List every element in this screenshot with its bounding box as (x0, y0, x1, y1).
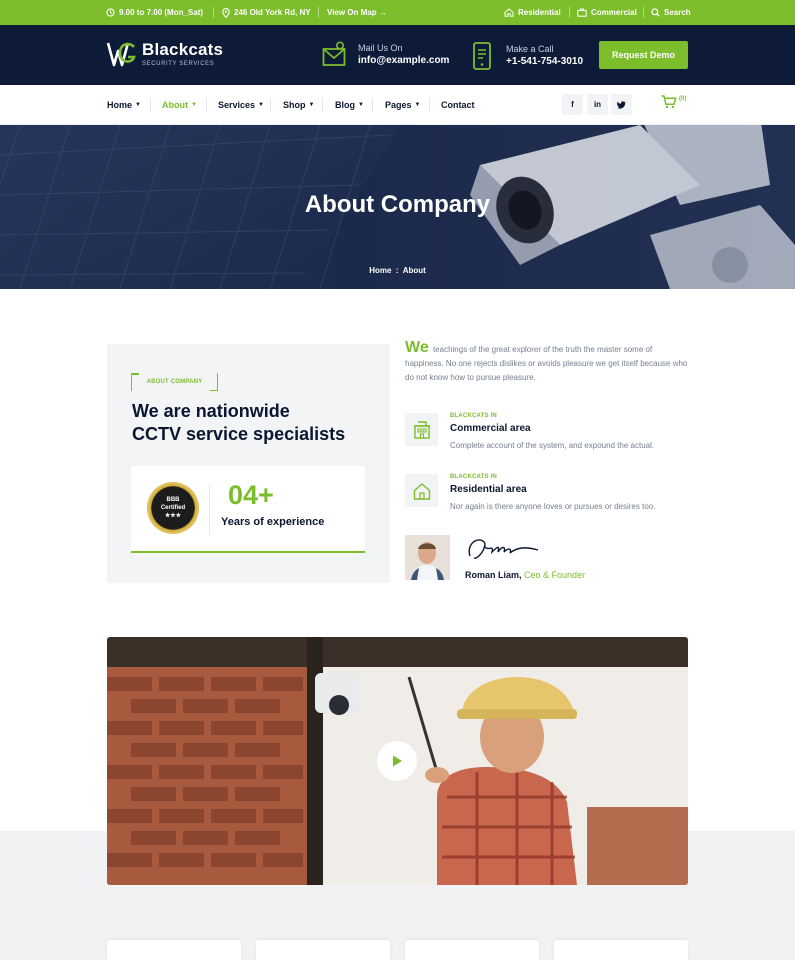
intro-paragraph: We teachings of the great explorer of th… (405, 339, 690, 385)
about-heading: We are nationwide CCTV service specialis… (132, 400, 377, 446)
breadcrumb-current: About (402, 266, 426, 275)
chevron-down-icon: ▼ (191, 102, 197, 108)
call-label: Make a Call (506, 44, 554, 54)
founder-signature (464, 534, 544, 571)
nav-item-services[interactable]: Services ▼ (218, 85, 264, 125)
nav-item-contact[interactable]: Contact (441, 85, 475, 125)
view-map-link[interactable]: View On Map → (327, 0, 387, 25)
mail-label: Mail Us On (358, 43, 403, 53)
commercial-link[interactable]: Commercial (577, 0, 637, 25)
hours-text: 9.00 to 7.00 (Mon_Sat) (119, 8, 204, 17)
hours-info: 9.00 to 7.00 (Mon_Sat) (106, 0, 203, 25)
address-text: 246 Old York Rd, NY (234, 8, 311, 17)
about-tag: ABOUT COMPANY (131, 373, 218, 391)
service-card[interactable] (256, 940, 390, 960)
cart-icon (661, 95, 677, 109)
nav-item-pages[interactable]: Pages ▼ (385, 85, 420, 125)
building-icon (405, 413, 438, 446)
about-heading-line2: CCTV service specialists (132, 424, 346, 444)
page-hero: About Company Home : About (0, 125, 795, 289)
cart-count: (0) (679, 96, 687, 102)
chevron-down-icon: ▼ (358, 102, 364, 108)
nav-item-label[interactable]: Home (107, 100, 132, 110)
site-header: Blackcats SECURITY SERVICES Mail Us On i… (0, 25, 795, 85)
feature-description: Nor again is there anyone loves or pursu… (450, 502, 656, 511)
house-icon (405, 474, 438, 507)
intro-lead: We (405, 339, 429, 356)
founder-role: Ceo & Founder (524, 570, 586, 580)
nav-item-about[interactable]: About ▼ (162, 85, 197, 125)
feature-tag: BLACKCATS IN (450, 474, 497, 480)
search-icon (651, 8, 660, 17)
call-value[interactable]: +1-541-754-3010 (506, 55, 583, 69)
logo-name: Blackcats (142, 40, 224, 59)
intro-text: teachings of the great explorer of the t… (405, 345, 688, 382)
search-label[interactable]: Search (664, 8, 691, 17)
founder-credit: Roman Liam, Ceo & Founder (465, 570, 585, 580)
view-map-label[interactable]: View On Map → (327, 8, 387, 17)
breadcrumb-separator: : (395, 266, 399, 275)
badge-stars: ★★★ (164, 513, 182, 519)
search-link[interactable]: Search (651, 0, 691, 25)
nav-item-label[interactable]: Pages (385, 100, 412, 110)
home-icon (504, 8, 514, 17)
nav-item-label[interactable]: Contact (441, 100, 475, 110)
phone-icon (473, 42, 491, 70)
badge-line2: Certified (160, 505, 186, 511)
mail-contact[interactable]: Mail Us On info@example.com (322, 41, 449, 69)
about-card: ABOUT COMPANY We are nationwide CCTV ser… (107, 344, 390, 583)
nav-item-blog[interactable]: Blog ▼ (335, 85, 364, 125)
clock-icon (106, 8, 115, 17)
about-heading-line1: We are nationwide (132, 401, 290, 421)
bbb-certified-badge: BBB Certified ★★★ (147, 482, 199, 534)
logo[interactable]: Blackcats SECURITY SERVICES (106, 39, 223, 69)
feature-title: Residential area (450, 484, 527, 495)
twitter-icon[interactable] (611, 94, 632, 115)
nav-item-label[interactable]: Services (218, 100, 255, 110)
nav-item-shop[interactable]: Shop ▼ (283, 85, 314, 125)
feature-tag: BLACKCATS IN (450, 413, 497, 419)
breadcrumb: Home : About (0, 266, 795, 275)
chevron-down-icon: ▼ (414, 102, 421, 108)
call-contact[interactable]: Make a Call +1-541-754-3010 (472, 41, 583, 71)
badge-line1: BBB (166, 497, 180, 503)
location-pin-icon (222, 7, 230, 18)
feature-description: Complete account of the system, and expo… (450, 441, 655, 450)
mail-icon (322, 41, 346, 66)
breadcrumb-home[interactable]: Home (369, 266, 391, 275)
chevron-down-icon: ▼ (258, 102, 264, 108)
service-card[interactable] (107, 940, 241, 960)
nav-item-label[interactable]: Shop (283, 100, 306, 110)
logo-tagline: SECURITY SERVICES (142, 61, 215, 67)
feature-title: Commercial area (450, 423, 531, 434)
mail-value[interactable]: info@example.com (358, 54, 449, 68)
page-title: About Company (304, 191, 491, 218)
play-icon (393, 755, 402, 767)
linkedin-icon[interactable]: in (587, 94, 608, 115)
logo-mark-icon (106, 42, 136, 67)
service-card[interactable] (405, 940, 539, 960)
chevron-down-icon: ▼ (135, 102, 141, 108)
address-info: 246 Old York Rd, NY (222, 0, 311, 25)
nav-item-home[interactable]: Home ▼ (107, 85, 141, 125)
experience-box: BBB Certified ★★★ 04+ Years of experienc… (131, 466, 365, 553)
nav-item-label[interactable]: Blog (335, 100, 355, 110)
play-video-button[interactable] (377, 741, 417, 781)
residential-label[interactable]: Residential (518, 8, 561, 17)
years-label: Years of experience (221, 516, 325, 528)
briefcase-icon (577, 8, 587, 17)
chevron-down-icon: ▼ (308, 102, 315, 108)
cart-button[interactable] (661, 95, 677, 114)
founder-name: Roman Liam, (465, 570, 522, 580)
commercial-label[interactable]: Commercial (591, 8, 637, 17)
nav-item-label[interactable]: About (162, 100, 188, 110)
years-count: 04+ (228, 480, 274, 510)
facebook-icon[interactable]: f (562, 94, 583, 115)
service-card[interactable] (554, 940, 688, 960)
residential-link[interactable]: Residential (504, 0, 561, 25)
founder-avatar (405, 535, 450, 580)
top-bar: 9.00 to 7.00 (Mon_Sat) 246 Old York Rd, … (0, 0, 795, 25)
request-demo-button[interactable]: Request Demo (599, 41, 688, 69)
